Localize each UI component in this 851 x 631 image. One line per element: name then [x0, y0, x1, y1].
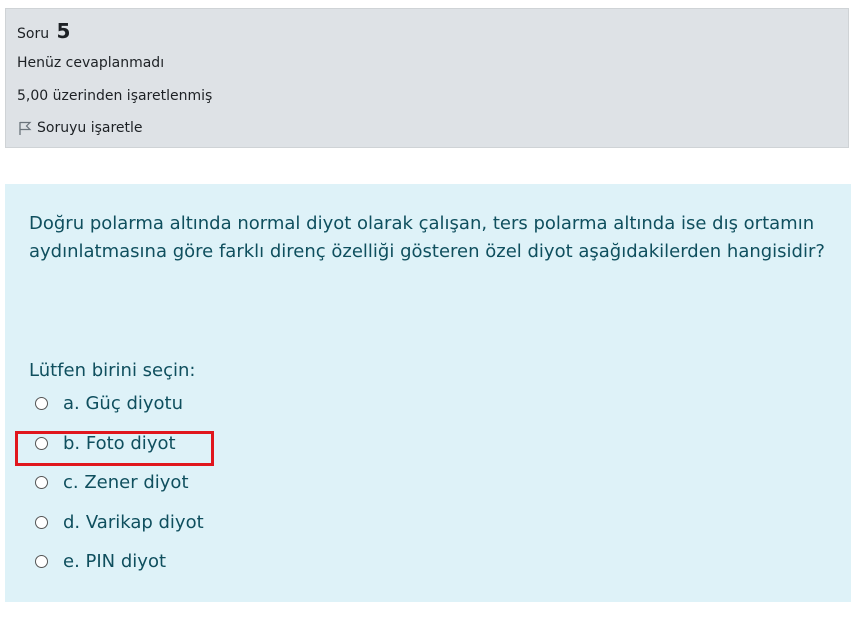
question-content-panel: Doğru polarma altında normal diyot olara…: [5, 184, 851, 602]
answer-label-d: d. Varikap diyot: [63, 512, 204, 533]
answer-radio-e[interactable]: [35, 555, 48, 568]
answer-radio-c[interactable]: [35, 476, 48, 489]
answer-option-c[interactable]: c. Zener diyot: [35, 472, 189, 493]
answer-radio-d[interactable]: [35, 516, 48, 529]
answer-prompt: Lütfen birini seçin:: [29, 360, 196, 381]
question-info-panel: Soru 5 Henüz cevaplanmadı 5,00 üzerinden…: [5, 8, 849, 148]
question-number-value: 5: [56, 19, 71, 43]
answer-label-e: e. PIN diyot: [63, 551, 167, 572]
question-number: Soru 5: [17, 19, 70, 43]
answer-option-d[interactable]: d. Varikap diyot: [35, 512, 204, 533]
answer-option-e[interactable]: e. PIN diyot: [35, 551, 166, 572]
answer-label-c: c. Zener diyot: [63, 472, 189, 493]
answer-radio-a[interactable]: [35, 397, 48, 410]
question-text: Doğru polarma altında normal diyot olara…: [29, 213, 825, 262]
flag-icon: [19, 121, 32, 135]
flag-question-link[interactable]: Soruyu işaretle: [17, 120, 143, 136]
answer-label-a: a. Güç diyotu: [63, 393, 184, 414]
answer-highlight-box: [15, 431, 214, 466]
flag-question-label: Soruyu işaretle: [37, 120, 143, 136]
question-state: Henüz cevaplanmadı: [17, 55, 165, 71]
question-grade: 5,00 üzerinden işaretlenmiş: [17, 88, 213, 104]
answer-option-a[interactable]: a. Güç diyotu: [35, 393, 183, 414]
question-number-label: Soru: [17, 26, 50, 42]
